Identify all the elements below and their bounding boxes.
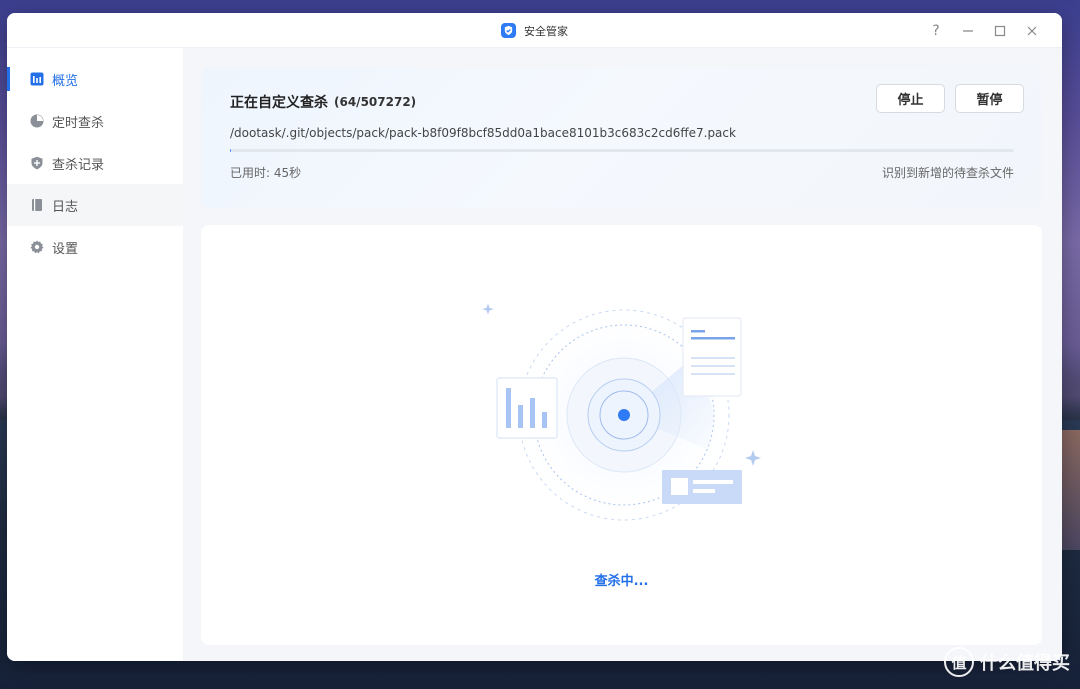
elapsed-time: 已用时: 45秒 [230, 166, 302, 180]
scan-status-text: 查杀中... [594, 574, 649, 589]
clock-pie-icon [29, 114, 44, 129]
sidebar-item-settings[interactable]: 设置 [7, 226, 183, 268]
stop-button[interactable]: 停止 [876, 84, 945, 113]
shield-plus-icon [29, 156, 44, 171]
help-icon[interactable]: ? [920, 13, 952, 48]
minimize-icon[interactable] [952, 13, 984, 48]
sidebar-item-label: 日志 [52, 199, 79, 215]
close-icon[interactable] [1016, 13, 1048, 48]
scan-notice: 识别到新增的待查杀文件 [881, 166, 1014, 180]
app-window: 安全管家 ? 概览 定时查杀 查杀记录 日志 设置 正在自定义查杀 (64/50… [7, 13, 1062, 661]
sidebar: 概览 定时查杀 查杀记录 日志 设置 [7, 48, 183, 661]
bar-chart-icon [29, 72, 44, 87]
watermark-text: 什么值得买 [980, 653, 1070, 674]
sidebar-item-label: 设置 [52, 241, 79, 257]
scan-count: (64/507272) [334, 95, 417, 109]
watermark: 值 什么值得买 [944, 647, 1070, 677]
scan-illustration-card: 查杀中... [201, 225, 1042, 645]
sidebar-item-label: 查杀记录 [52, 157, 105, 173]
gear-icon [29, 240, 44, 255]
sidebar-item-overview[interactable]: 概览 [7, 58, 183, 100]
scan-progress-card: 正在自定义查杀 (64/507272) 停止 暂停 /dootask/.git/… [201, 68, 1042, 208]
sidebar-item-log[interactable]: 日志 [7, 184, 183, 226]
shield-check-icon [501, 23, 516, 38]
scan-title: 正在自定义查杀 [230, 95, 328, 111]
current-file-path: /dootask/.git/objects/pack/pack-b8f09f8b… [230, 126, 736, 140]
book-icon [29, 198, 44, 213]
sidebar-item-scan-history[interactable]: 查杀记录 [7, 142, 183, 184]
maximize-icon[interactable] [984, 13, 1016, 48]
sidebar-item-label: 概览 [52, 73, 79, 89]
sidebar-item-scheduled-scan[interactable]: 定时查杀 [7, 100, 183, 142]
window-title: 安全管家 [524, 24, 568, 38]
radar-scan-illustration [482, 300, 761, 530]
main-content: 正在自定义查杀 (64/507272) 停止 暂停 /dootask/.git/… [183, 48, 1062, 661]
pause-button[interactable]: 暂停 [955, 84, 1024, 113]
progress-bar [230, 149, 1014, 152]
sidebar-item-label: 定时查杀 [52, 115, 105, 131]
title-bar[interactable]: 安全管家 ? [7, 13, 1062, 48]
watermark-badge: 值 [944, 647, 974, 677]
